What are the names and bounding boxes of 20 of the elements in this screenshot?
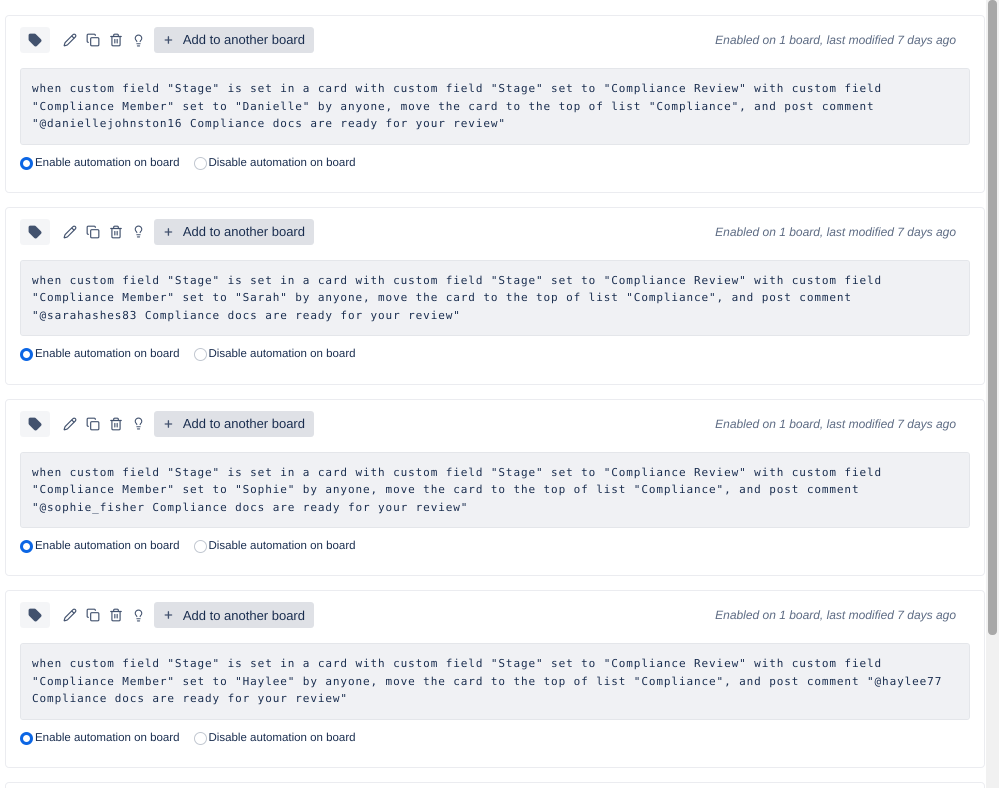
add-to-board-button[interactable]: Add to another board	[154, 27, 314, 53]
radio-option[interactable]: Enable automation on board	[20, 154, 180, 172]
rule-description: when custom field "Stage" is set in a card with custom field "Stage" set to "Compliance Review" with custom field "Compliance Member" set to "Haylee" by anyone, move the card to the top of list "Compliance", and post comment "@haylee77 Compliance docs are ready for your review"	[20, 643, 970, 720]
radio-option[interactable]: Disable automation on board	[194, 538, 356, 556]
radio-option[interactable]: Disable automation on board	[194, 730, 356, 747]
radio-option[interactable]: Disable automation on board	[194, 154, 356, 172]
add-to-board-button[interactable]: Add to another board	[154, 602, 314, 628]
add-to-board-button[interactable]: Add to another board	[154, 410, 314, 436]
status-text: Enabled on 1 board, last modified 7 days ago	[715, 607, 957, 624]
rule-description: when custom field "Stage" is set in a card with custom field "Stage" set to "Compliance Review" with custom field "Compliance Member" set to "Sarah" by anyone, move the card to the top of list "Compliance", and post comment "@sarahashes83 Compliance docs are ready for your review"	[20, 260, 970, 336]
status-text: Enabled on 1 board, last modified 7 days ago	[715, 416, 957, 432]
radio-option[interactable]: Enable automation on board	[20, 730, 180, 747]
status-text: Enabled on 1 board, last modified 7 days ago	[715, 224, 957, 241]
add-to-board-button[interactable]: Add to another board	[154, 218, 314, 245]
status-text: Enabled on 1 board, last modified 7 days ago	[715, 32, 957, 49]
rule-description: when custom field "Stage" is set in a card with custom field "Stage" set to "Compliance Review" with custom field "Compliance Member" set to "Sophie" by anyone, move the card to the top of list "Compliance", and post comment "@sophie_fisher Compliance docs are ready for your review"	[20, 452, 970, 528]
rule-description: when custom field "Stage" is set in a card with custom field "Stage" set to "Compliance Review" with custom field "Compliance Member" set to "Danielle" by anyone, move the card to the top of list "Compliance", and post comment "@daniellejohnston16 Compliance docs are ready for your review"	[20, 68, 970, 144]
radio-option[interactable]: Disable automation on board	[194, 346, 356, 364]
radio-option[interactable]: Enable automation on board	[20, 346, 180, 364]
radio-option[interactable]: Enable automation on board	[20, 538, 180, 556]
